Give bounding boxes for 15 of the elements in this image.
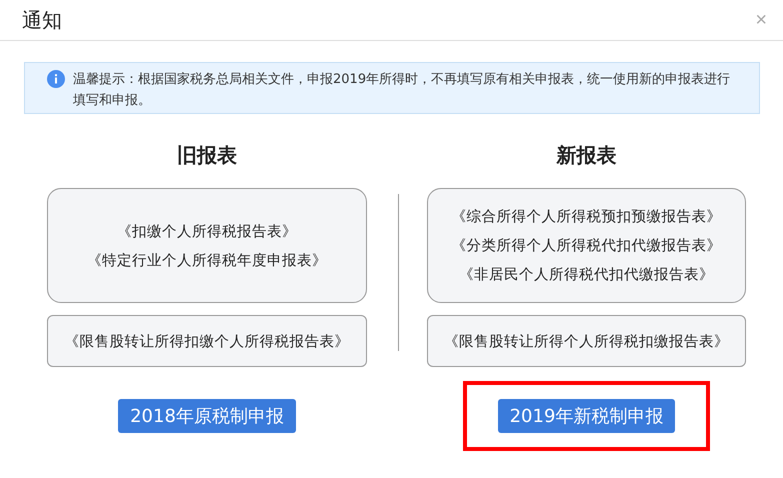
notice-text: 温馨提示：根据国家税务总局相关文件，申报2019年所得时，不再填写原有相关申报表，统一使用新的申报表进行填写和申报。 — [73, 71, 732, 110]
declare-button[interactable]: 2018年原税制申报 — [118, 399, 296, 433]
form-name: 《分类所得个人所得税代扣代缴报告表》 — [452, 237, 722, 255]
column-heading: 旧报表 — [177, 142, 237, 169]
form-name: 《扣缴个人所得税报告表》 — [117, 222, 297, 240]
form-name: 《特定行业个人所得税年度申报表》 — [87, 252, 327, 270]
form-name: 《综合所得个人所得税预扣预缴报告表》 — [452, 208, 722, 226]
close-button[interactable]: × — [755, 8, 767, 32]
declare-button[interactable]: 2019年新税制申报 — [498, 399, 676, 433]
form-name: 《非居民个人所得税代扣代缴报告表》 — [459, 266, 714, 284]
column-heading: 新报表 — [556, 142, 616, 169]
form-name: 《限售股转让所得扣缴个人所得税报告表》 — [64, 332, 350, 350]
info-icon — [47, 70, 65, 88]
dialog-title: 通知 — [22, 6, 62, 34]
form-name: 《限售股转让所得个人所得税扣缴报告表》 — [444, 332, 729, 350]
